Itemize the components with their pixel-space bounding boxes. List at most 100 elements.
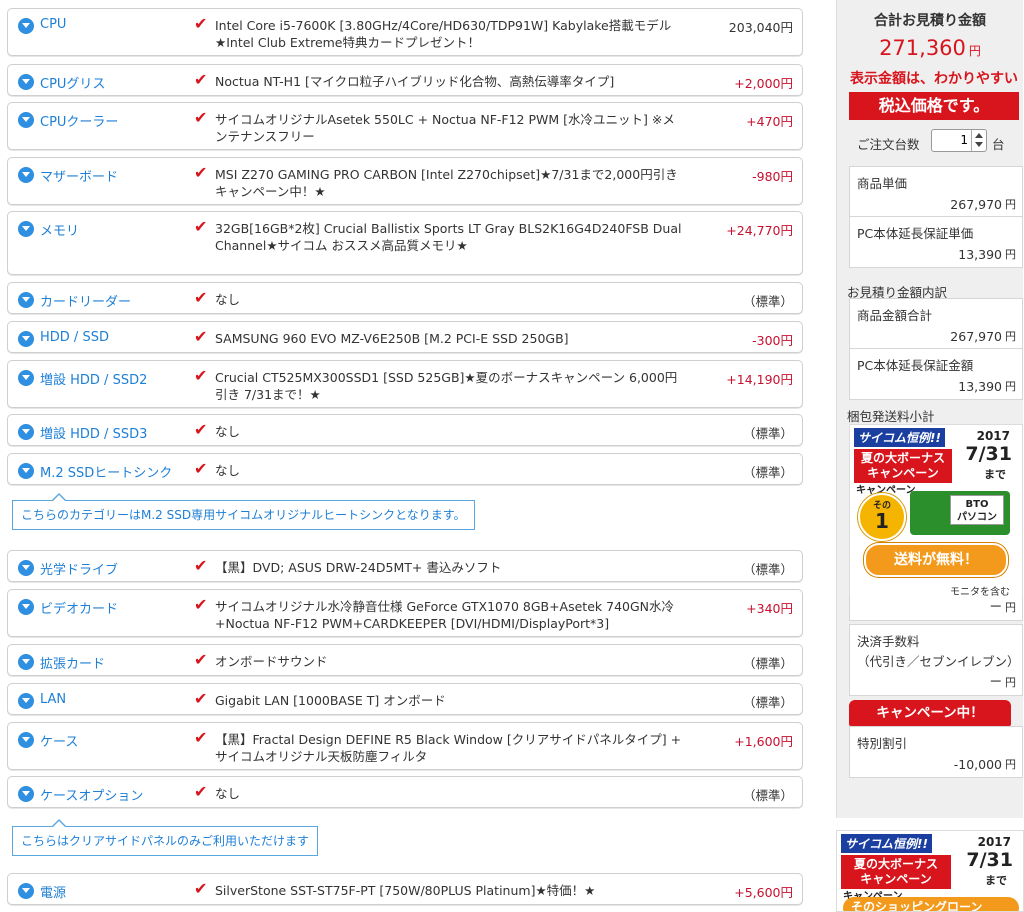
banner-until: まで xyxy=(984,468,1006,481)
spin-up-icon[interactable] xyxy=(975,133,983,138)
part-price: （標準） xyxy=(742,656,793,671)
config-row[interactable]: LAN ✔ Gigabit LAN [1000BASE T] オンボード （標準） xyxy=(7,683,803,715)
check-icon: ✔ xyxy=(194,728,208,747)
chevron-down-circle-icon[interactable] xyxy=(18,424,34,440)
banner-line2: キャンペーン xyxy=(867,466,939,480)
chevron-down-circle-icon[interactable] xyxy=(18,463,34,479)
part-price: +24,770円 xyxy=(726,223,793,238)
tax-notice-line2: 税込価格です。 xyxy=(849,92,1019,120)
category-name[interactable]: CPUグリス xyxy=(40,73,105,92)
check-icon: ✔ xyxy=(194,782,208,801)
config-row[interactable]: HDD / SSD ✔ SAMSUNG 960 EVO MZ-V6E250B [M.… xyxy=(7,321,803,353)
banner-line1: 夏の大ボーナス xyxy=(853,857,938,871)
config-row[interactable]: 光学ドライブ ✔ 【黒】DVD; ASUS DRW-24D5MT+ 書込みソフト （標… xyxy=(7,550,803,582)
part-price: +14,190円 xyxy=(726,372,793,387)
selected-part: サイコムオリジナル水冷静音仕様 GeForce GTX1070 8GB+Aset… xyxy=(215,599,675,631)
config-row[interactable]: 拡張カード ✔ オンボードサウンド （標準） xyxy=(7,644,803,676)
category-name[interactable]: ケースオプション xyxy=(40,785,143,804)
config-row[interactable]: CPUクーラー ✔ サイコムオリジナルAsetek 550LC + Noctua N… xyxy=(7,102,803,150)
truck-cargo: BTO パソコン xyxy=(950,495,1004,525)
category-name[interactable]: ケース xyxy=(40,731,78,750)
category-name[interactable]: 拡張カード xyxy=(40,653,105,672)
part-price: （標準） xyxy=(742,426,793,441)
selected-part: なし xyxy=(215,424,241,439)
chevron-down-circle-icon[interactable] xyxy=(18,599,34,615)
part-price: +1,600円 xyxy=(734,734,793,749)
category-name[interactable]: ビデオカード xyxy=(40,598,118,617)
config-row[interactable]: CPU ✔ Intel Core i5-7600K [3.80GHz/4Core/H… xyxy=(7,8,803,56)
chevron-down-circle-icon[interactable] xyxy=(18,560,34,576)
bonus-campaign-banner[interactable]: サイコム恒例!! 夏の大ボーナス キャンペーン 2017 7/31 まで キャンペ… xyxy=(849,424,1023,598)
spin-down-icon[interactable] xyxy=(975,142,983,147)
estimate-title: 合計お見積り金額 xyxy=(874,13,986,29)
config-row[interactable]: カードリーダー ✔ なし （標準） xyxy=(7,282,803,314)
config-row[interactable]: ケースオプション ✔ なし （標準） xyxy=(7,776,803,808)
chevron-down-circle-icon[interactable] xyxy=(18,167,34,183)
chevron-down-circle-icon[interactable] xyxy=(18,654,34,670)
config-row[interactable]: 増設 HDD / SSD2 ✔ Crucial CT525MX300SSD1 [SS… xyxy=(7,360,803,408)
category-name[interactable]: メモリ xyxy=(40,220,79,239)
warranty-total-value: 13,390 xyxy=(958,379,1002,394)
estimate-sidebar: 合計お見積り金額 271,360 円 表示金額は、わかりやすい 税込価格です。 ご… xyxy=(836,0,1023,818)
chevron-down-circle-icon[interactable] xyxy=(18,112,34,128)
category-name[interactable]: マザーボード xyxy=(40,166,118,185)
check-icon: ✔ xyxy=(194,14,208,33)
config-row[interactable]: CPUグリス ✔ Noctua NT-H1 [マイクロ粒子ハイブリッド化合物、高熱伝… xyxy=(7,64,803,96)
selected-part: SilverStone SST-ST75F-PT [750W/80PLUS Pl… xyxy=(215,883,596,898)
config-row[interactable]: ケース ✔ 【黒】Fractal Design DEFINE R5 Black Wi… xyxy=(7,722,803,770)
category-name[interactable]: カードリーダー xyxy=(40,291,131,310)
estimate-total: 271,360 円 xyxy=(837,36,1023,60)
yen-unit: 円 xyxy=(1005,330,1016,343)
chevron-down-circle-icon[interactable] xyxy=(18,221,34,237)
quantity-stepper[interactable] xyxy=(931,129,987,152)
category-name[interactable]: HDD / SSD xyxy=(40,330,109,345)
config-row[interactable]: 増設 HDD / SSD3 ✔ なし （標準） xyxy=(7,414,803,446)
quantity-unit: 台 xyxy=(992,137,1005,152)
shopping-loan-banner[interactable]: サイコム恒例!! 夏の大ボーナスキャンペーン 2017 7/31 まで キャンペ… xyxy=(836,830,1024,912)
config-row[interactable]: メモリ ✔ 32GB[16GB*2枚] Crucial Ballistix Spor… xyxy=(7,211,803,275)
check-icon: ✔ xyxy=(194,70,208,89)
part-price: +2,000円 xyxy=(734,76,793,91)
chevron-down-circle-icon[interactable] xyxy=(18,883,34,899)
chevron-down-circle-icon[interactable] xyxy=(18,292,34,308)
check-icon: ✔ xyxy=(194,217,208,236)
selected-part: MSI Z270 GAMING PRO CARBON [Intel Z270ch… xyxy=(215,167,678,199)
yen-unit: 円 xyxy=(1005,676,1016,689)
selected-part: Intel Core i5-7600K [3.80GHz/4Core/HD630… xyxy=(215,18,672,50)
unit-price-label: 商品単価 xyxy=(857,176,908,191)
category-name[interactable]: M.2 SSDヒートシンク xyxy=(40,462,172,481)
goods-total-cell: 商品金額合計 267,970 円 xyxy=(849,298,1023,350)
category-name[interactable]: LAN xyxy=(40,692,66,707)
config-row[interactable]: M.2 SSDヒートシンク ✔ なし （標準） xyxy=(7,453,803,485)
category-name[interactable]: 増設 HDD / SSD3 xyxy=(40,423,147,442)
category-name[interactable]: 光学ドライブ xyxy=(40,559,118,578)
part-price: +5,600円 xyxy=(734,885,793,900)
part-price: （標準） xyxy=(742,695,793,710)
discount-value: -10,000 xyxy=(953,757,1002,772)
config-row[interactable]: ビデオカード ✔ サイコムオリジナル水冷静音仕様 GeForce GTX1070 8… xyxy=(7,589,803,637)
config-row[interactable]: 電源 ✔ SilverStone SST-ST75F-PT [750W/80PLUS… xyxy=(7,873,803,905)
tax-notice-line1: 表示金額は、わかりやすい xyxy=(850,71,1018,87)
check-icon: ✔ xyxy=(194,163,208,182)
chevron-down-circle-icon[interactable] xyxy=(18,331,34,347)
chevron-down-circle-icon[interactable] xyxy=(18,18,34,34)
banner-one: 1 xyxy=(875,509,889,533)
category-name[interactable]: 電源 xyxy=(40,882,66,901)
quantity-spin[interactable] xyxy=(971,130,986,151)
fee-value: ー xyxy=(989,674,1002,689)
category-name[interactable]: CPUクーラー xyxy=(40,111,118,130)
chevron-down-circle-icon[interactable] xyxy=(18,786,34,802)
cargo-line1: BTO xyxy=(965,499,989,510)
chevron-down-circle-icon[interactable] xyxy=(18,74,34,90)
part-price: （標準） xyxy=(742,788,793,803)
quantity-input[interactable] xyxy=(934,132,968,147)
config-row[interactable]: マザーボード ✔ MSI Z270 GAMING PRO CARBON [Intel… xyxy=(7,157,803,205)
chevron-down-circle-icon[interactable] xyxy=(18,693,34,709)
category-name[interactable]: 増設 HDD / SSD2 xyxy=(40,369,147,388)
banner-line2: キャンペーン xyxy=(860,872,932,886)
chevron-down-circle-icon[interactable] xyxy=(18,732,34,748)
chevron-down-circle-icon[interactable] xyxy=(18,370,34,386)
selected-part: SAMSUNG 960 EVO MZ-V6E250B [M.2 PCI-E SS… xyxy=(215,331,569,346)
selected-part: サイコムオリジナルAsetek 550LC + Noctua NF-F12 PW… xyxy=(215,112,675,144)
category-name[interactable]: CPU xyxy=(40,17,66,32)
